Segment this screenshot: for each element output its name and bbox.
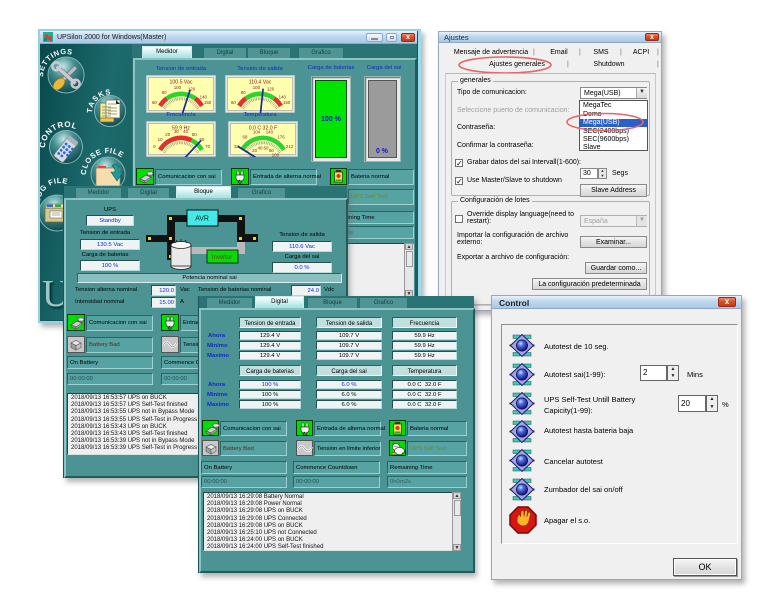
svg-text:68: 68 — [243, 135, 248, 140]
svg-text:50: 50 — [192, 132, 197, 137]
svg-text:80: 80 — [241, 90, 246, 95]
svg-text:40: 40 — [258, 146, 263, 151]
svg-text:Inverter: Inverter — [212, 255, 232, 261]
svg-text:150: 150 — [204, 100, 212, 105]
svg-text:100: 100 — [272, 152, 280, 157]
svg-text:60: 60 — [231, 100, 236, 105]
svg-text:80: 80 — [162, 90, 167, 95]
svg-text:100: 100 — [253, 85, 261, 90]
svg-text:70: 70 — [205, 144, 210, 149]
svg-text:150: 150 — [283, 100, 291, 105]
svg-text:120: 120 — [267, 87, 275, 92]
svg-text:10: 10 — [158, 137, 163, 142]
svg-text:100: 100 — [174, 85, 182, 90]
svg-text:100.5 Vac: 100.5 Vac — [170, 80, 193, 86]
svg-text:212: 212 — [286, 144, 294, 149]
svg-text:60: 60 — [152, 100, 157, 105]
svg-text:176: 176 — [277, 135, 285, 140]
svg-text:140: 140 — [279, 94, 287, 99]
svg-text:110.4 Vac: 110.4 Vac — [249, 80, 272, 86]
svg-text:20: 20 — [165, 132, 170, 137]
svg-text:140: 140 — [200, 94, 208, 99]
svg-text:0.0 C 32.0 F: 0.0 C 32.0 F — [249, 126, 278, 132]
svg-text:59.9 Hz: 59.9 Hz — [172, 126, 190, 132]
svg-text:AVR: AVR — [195, 216, 209, 223]
